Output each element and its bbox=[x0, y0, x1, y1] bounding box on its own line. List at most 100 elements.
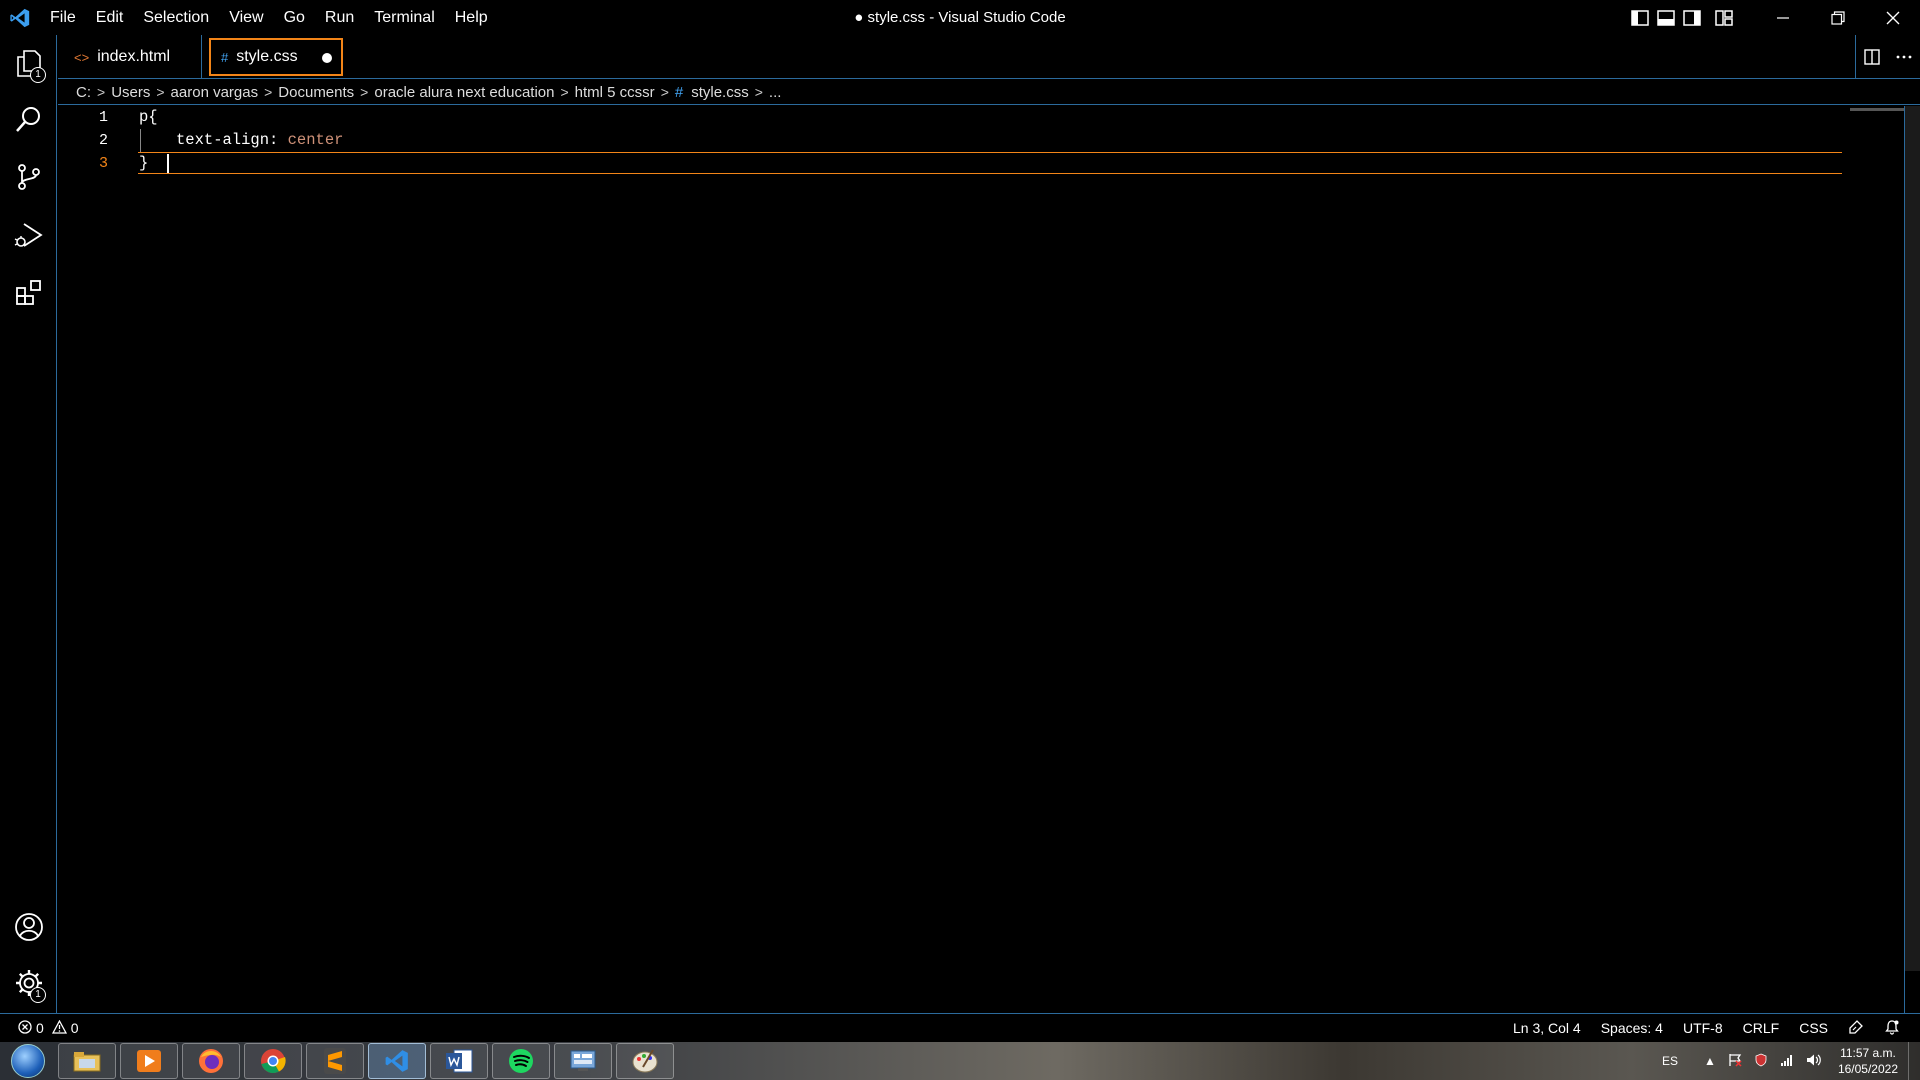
vscode-logo-icon bbox=[0, 0, 40, 35]
search-button[interactable] bbox=[0, 93, 57, 149]
chevron-right-icon: > bbox=[264, 84, 273, 100]
split-editor-icon[interactable] bbox=[1856, 35, 1888, 79]
vertical-scrollbar[interactable] bbox=[1904, 106, 1920, 1013]
breadcrumb-item[interactable]: oracle alura next education bbox=[374, 84, 554, 101]
taskbar-sublime-text-icon[interactable] bbox=[306, 1043, 364, 1079]
problems-indicator[interactable]: 0 0 bbox=[18, 1014, 79, 1042]
breadcrumb-item[interactable]: aaron vargas bbox=[171, 84, 259, 101]
clock-time: 11:57 a.m. bbox=[1840, 1046, 1896, 1060]
system-tray: ES ▲ 11:57 a.m. 16/05/2022 bbox=[1656, 1042, 1920, 1080]
run-debug-button[interactable] bbox=[0, 209, 57, 265]
activity-bar: 1 1 bbox=[0, 35, 57, 1013]
text-cursor bbox=[167, 154, 169, 173]
cursor-position[interactable]: Ln 3, Col 4 bbox=[1503, 1020, 1591, 1036]
tab-label: index.html bbox=[97, 48, 171, 65]
error-icon bbox=[18, 1019, 32, 1037]
windows-taskbar: ES ▲ 11:57 a.m. 16/05/2022 bbox=[0, 1042, 1920, 1080]
warning-icon bbox=[51, 1019, 67, 1037]
breadcrumb-item[interactable]: html 5 ccssr bbox=[575, 84, 655, 101]
accounts-button[interactable] bbox=[0, 901, 57, 957]
notifications-bell-icon[interactable] bbox=[1874, 1019, 1910, 1038]
line-number: 3 bbox=[98, 155, 108, 172]
code-line-current: 3 } bbox=[58, 152, 1842, 175]
explorer-badge: 1 bbox=[30, 67, 46, 83]
security-shield-icon[interactable] bbox=[1748, 1053, 1774, 1070]
toggle-secondary-sidebar-icon[interactable] bbox=[1679, 0, 1705, 35]
menu-help[interactable]: Help bbox=[445, 0, 498, 35]
system-clock[interactable]: 11:57 a.m. 16/05/2022 bbox=[1828, 1045, 1908, 1077]
language-mode[interactable]: CSS bbox=[1789, 1020, 1838, 1036]
encoding[interactable]: UTF-8 bbox=[1673, 1020, 1733, 1036]
breadcrumb-item[interactable]: style.css bbox=[691, 84, 749, 101]
taskbar-media-player-icon[interactable] bbox=[120, 1043, 178, 1079]
code-editor[interactable]: 1 p{ 2 text-align: center 3 } bbox=[58, 106, 1920, 1013]
editor-tabs: <> index.html # style.css bbox=[58, 35, 1920, 79]
css-file-icon: # bbox=[221, 49, 229, 65]
breadcrumb-item[interactable]: Users bbox=[111, 84, 150, 101]
taskbar-file-explorer-icon[interactable] bbox=[58, 1043, 116, 1079]
network-signal-icon[interactable] bbox=[1774, 1053, 1800, 1070]
source-control-icon bbox=[14, 162, 44, 197]
scrollbar-thumb[interactable] bbox=[1905, 106, 1920, 971]
css-colon: : bbox=[269, 131, 288, 149]
show-hidden-icons-icon[interactable]: ▲ bbox=[1698, 1054, 1722, 1068]
breadcrumb: C: > Users > aaron vargas > Documents > … bbox=[58, 80, 1920, 105]
extensions-button[interactable] bbox=[0, 267, 57, 323]
feedback-icon[interactable] bbox=[1838, 1019, 1874, 1038]
code-text: text-align: center bbox=[176, 129, 343, 152]
error-count: 0 bbox=[36, 1020, 44, 1036]
menu-edit[interactable]: Edit bbox=[86, 0, 134, 35]
code-text: } bbox=[139, 154, 149, 172]
manage-button[interactable]: 1 bbox=[0, 957, 57, 1013]
volume-icon[interactable] bbox=[1800, 1053, 1828, 1070]
css-value: center bbox=[287, 131, 344, 149]
breadcrumb-item[interactable]: Documents bbox=[278, 84, 354, 101]
code-line: 2 text-align: center bbox=[58, 129, 1842, 152]
menu-view[interactable]: View bbox=[219, 0, 273, 35]
warning-count: 0 bbox=[70, 1020, 79, 1036]
manage-badge: 1 bbox=[30, 987, 46, 1003]
unsaved-dot-icon[interactable] bbox=[322, 53, 332, 63]
extensions-icon bbox=[14, 278, 44, 313]
source-control-button[interactable] bbox=[0, 151, 57, 207]
clock-date: 16/05/2022 bbox=[1837, 1062, 1898, 1076]
html-file-icon: <> bbox=[74, 49, 90, 65]
taskbar-spotify-icon[interactable] bbox=[492, 1043, 550, 1079]
code-text: p{ bbox=[139, 108, 158, 126]
explorer-button[interactable]: 1 bbox=[0, 37, 57, 93]
css-file-icon: # bbox=[674, 83, 684, 101]
tab-index-html[interactable]: <> index.html bbox=[58, 35, 202, 79]
tab-style-css[interactable]: # style.css bbox=[209, 38, 343, 76]
menu-selection[interactable]: Selection bbox=[133, 0, 219, 35]
menu-run[interactable]: Run bbox=[315, 0, 364, 35]
account-icon bbox=[13, 911, 45, 948]
taskbar-word-icon[interactable] bbox=[430, 1043, 488, 1079]
taskbar-paint-icon[interactable] bbox=[616, 1043, 674, 1079]
indentation[interactable]: Spaces: 4 bbox=[1591, 1020, 1673, 1036]
toggle-panel-icon[interactable] bbox=[1653, 0, 1679, 35]
start-button[interactable] bbox=[6, 1042, 50, 1080]
menu-file[interactable]: File bbox=[40, 0, 86, 35]
menu-go[interactable]: Go bbox=[274, 0, 315, 35]
restore-icon[interactable] bbox=[1810, 0, 1865, 35]
chevron-right-icon: > bbox=[754, 84, 763, 100]
show-desktop-button[interactable] bbox=[1908, 1042, 1920, 1080]
line-ending[interactable]: CRLF bbox=[1733, 1020, 1790, 1036]
close-icon[interactable] bbox=[1865, 0, 1920, 35]
taskbar-firefox-icon[interactable] bbox=[182, 1043, 240, 1079]
menu-terminal[interactable]: Terminal bbox=[364, 0, 444, 35]
taskbar-control-panel-icon[interactable] bbox=[554, 1043, 612, 1079]
tab-label: style.css bbox=[236, 48, 298, 65]
input-language[interactable]: ES bbox=[1656, 1054, 1684, 1068]
chevron-right-icon: > bbox=[156, 84, 165, 100]
taskbar-vscode-icon[interactable] bbox=[368, 1043, 426, 1079]
taskbar-chrome-icon[interactable] bbox=[244, 1043, 302, 1079]
more-actions-icon[interactable] bbox=[1888, 35, 1920, 79]
breadcrumb-item[interactable]: C: bbox=[76, 84, 91, 101]
breadcrumb-item[interactable]: ... bbox=[769, 84, 782, 101]
minimize-icon[interactable] bbox=[1755, 0, 1810, 35]
action-center-flag-icon[interactable] bbox=[1722, 1053, 1748, 1070]
customize-layout-icon[interactable] bbox=[1711, 0, 1737, 35]
menu-bar: File Edit Selection View Go Run Terminal… bbox=[40, 0, 498, 35]
toggle-primary-sidebar-icon[interactable] bbox=[1627, 0, 1653, 35]
